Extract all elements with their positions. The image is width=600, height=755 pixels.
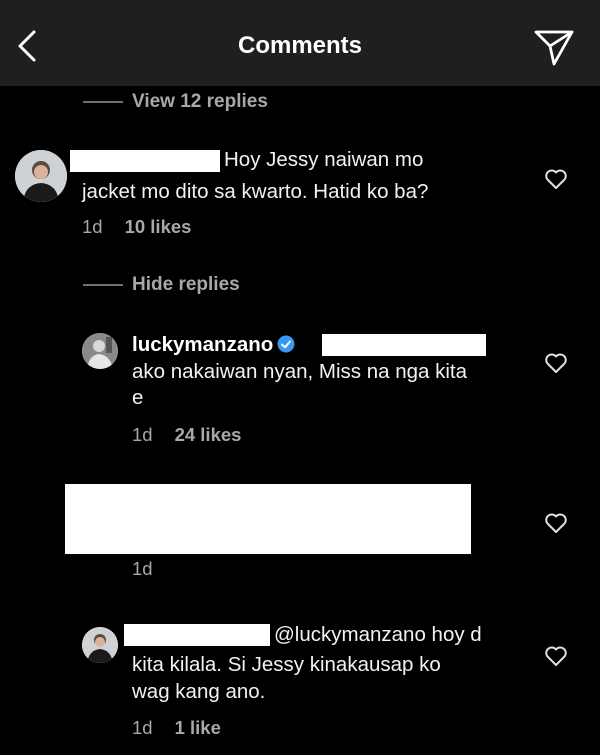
replies-divider (83, 284, 123, 286)
hide-replies-link[interactable]: Hide replies (132, 274, 240, 296)
comment-time: 1d (132, 424, 153, 445)
send-direct-icon[interactable] (532, 26, 576, 66)
user-photo-icon (15, 150, 67, 202)
user-photo-icon (82, 627, 118, 663)
comment-time: 1d (82, 216, 103, 237)
likes-count[interactable]: 1 like (175, 717, 221, 738)
avatar[interactable] (15, 150, 67, 202)
comment-time: 1d (132, 717, 153, 738)
comment-text-line: e (132, 386, 144, 409)
redacted-mention (322, 334, 486, 356)
reply-header: luckymanzano (132, 330, 295, 360)
likes-count[interactable]: 10 likes (125, 216, 192, 237)
username[interactable]: luckymanzano (132, 333, 273, 356)
likes-count[interactable]: 24 likes (175, 424, 242, 445)
comment-meta: 1d 10 likes (82, 216, 191, 238)
comment-text-line: jacket mo dito sa kwarto. Hatid ko ba? (82, 180, 429, 203)
user-photo-icon (82, 333, 118, 369)
comment-meta: 1d 24 likes (132, 424, 241, 446)
comment-text-line: wag kang ano. (132, 680, 266, 703)
comment-text-line: @luckymanzano hoy d (274, 623, 482, 646)
comment-meta: 1d (132, 558, 153, 580)
heart-icon[interactable] (544, 352, 568, 374)
comment-text-line: kita kilala. Si Jessy kinakausap ko (132, 653, 441, 676)
replies-divider (83, 101, 123, 103)
comment-meta: 1d 1 like (132, 717, 221, 739)
heart-icon[interactable] (544, 168, 568, 190)
redacted-username (70, 150, 220, 172)
heart-icon[interactable] (544, 645, 568, 667)
top-bar: Comments (0, 0, 600, 86)
comment-text-line: Hoy Jessy naiwan mo (224, 148, 424, 171)
page-title: Comments (237, 32, 363, 59)
heart-icon[interactable] (544, 512, 568, 534)
avatar[interactable] (82, 333, 118, 369)
view-replies-link[interactable]: View 12 replies (132, 91, 268, 113)
avatar[interactable] (82, 627, 118, 663)
verified-badge-icon (277, 335, 295, 353)
redacted-username (124, 624, 270, 646)
redacted-comment (65, 484, 471, 554)
comment-text-line: ako nakaiwan nyan, Miss na nga kita (132, 360, 468, 383)
comment-time: 1d (132, 558, 153, 579)
